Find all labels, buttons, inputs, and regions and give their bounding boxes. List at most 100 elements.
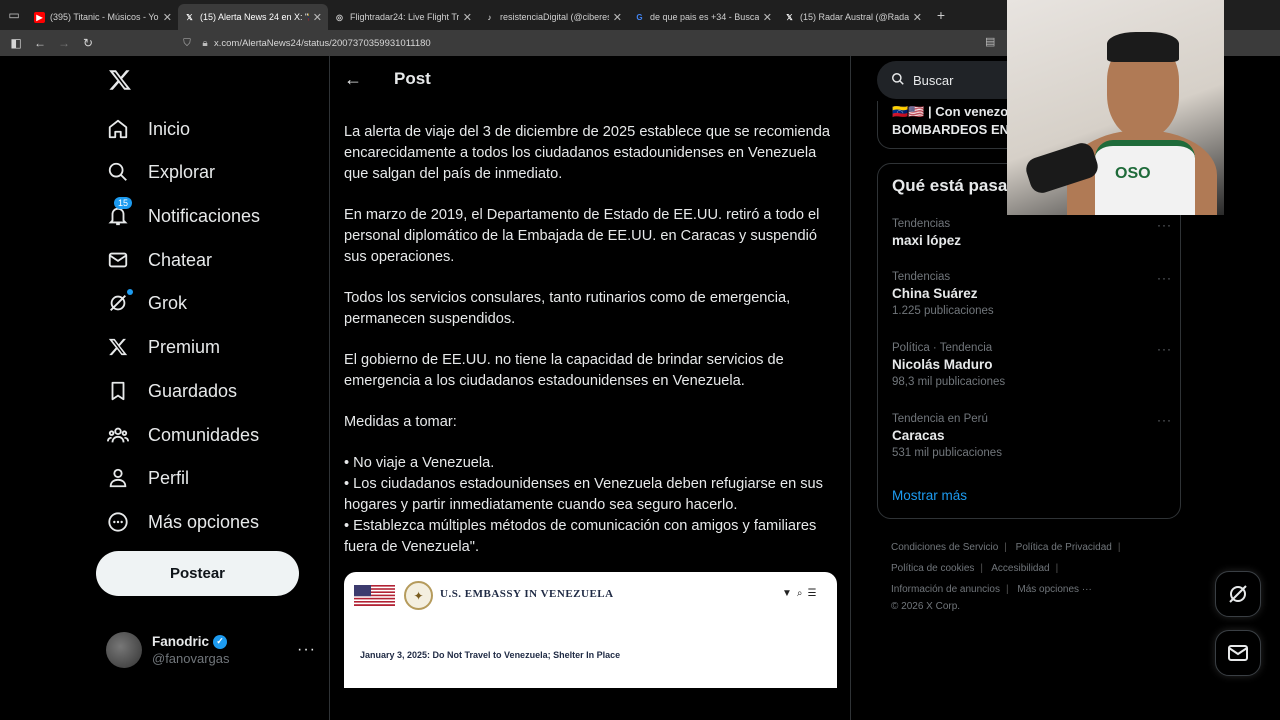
trend-name: Nicolás Maduro bbox=[892, 357, 993, 372]
shield-icon[interactable]: ⛉ bbox=[178, 38, 196, 49]
main-column: ← Post La alerta de viaje del 3 de dicie… bbox=[329, 56, 851, 720]
close-tab-icon[interactable]: ✕ bbox=[313, 11, 322, 24]
trends-title: Qué está pasa bbox=[892, 176, 1008, 195]
footer-link-ads[interactable]: Información de anuncios bbox=[891, 584, 1000, 595]
show-more-link[interactable]: Mostrar más bbox=[892, 488, 967, 503]
tab-title: Flightradar24: Live Flight Tracker bbox=[350, 12, 459, 22]
google-icon: G bbox=[636, 12, 643, 22]
trend-item[interactable]: Tendencia en Perú Caracas 531 mil public… bbox=[892, 413, 1172, 459]
footer-link-cookies[interactable]: Política de cookies bbox=[891, 563, 974, 574]
notification-badge: 15 bbox=[114, 197, 133, 209]
embassy-media-card[interactable]: ✦ U.S. EMBASSY IN VENEZUELA ▼ ⌕ ☰ Januar… bbox=[344, 572, 837, 688]
post-body: La alerta de viaje del 3 de diciembre de… bbox=[344, 122, 838, 558]
url-text[interactable]: x.com/AlertaNews24/status/20073703599310… bbox=[214, 38, 431, 49]
browser-tab[interactable]: ▶ (395) Titanic - Músicos - YouTube ✕ bbox=[28, 4, 178, 30]
trend-item[interactable]: Política · Tendencia Nicolás Maduro 98,3… bbox=[892, 342, 1172, 388]
lock-icon[interactable]: 🔒︎ bbox=[196, 38, 214, 49]
footer-link-accessibility[interactable]: Accesibilidad bbox=[991, 563, 1049, 574]
x-logo-icon[interactable] bbox=[108, 68, 132, 92]
nav-item-premium[interactable]: Premium bbox=[106, 329, 220, 365]
search-icon bbox=[891, 72, 907, 89]
close-tab-icon[interactable]: ✕ bbox=[763, 11, 772, 24]
search-icon[interactable]: ⌕ bbox=[797, 588, 803, 599]
jersey-text: OSO bbox=[1115, 165, 1151, 182]
forward-arrow-icon[interactable]: → bbox=[52, 36, 76, 50]
more-circle-icon bbox=[106, 510, 130, 534]
more-dots-icon[interactable]: ··· bbox=[297, 641, 316, 659]
mail-icon bbox=[1228, 645, 1248, 661]
x-logo-icon bbox=[106, 335, 130, 359]
trend-name: China Suárez bbox=[892, 286, 978, 301]
x-icon: 𝕏 bbox=[786, 12, 793, 22]
close-tab-icon[interactable]: ✕ bbox=[163, 11, 172, 24]
browser-tab[interactable]: G de que pais es +34 - Buscar con Google… bbox=[628, 4, 778, 30]
post-button[interactable]: Postear bbox=[96, 551, 299, 596]
search-icon bbox=[106, 160, 130, 184]
browser-tab[interactable]: ◎ Flightradar24: Live Flight Tracker ✕ bbox=[328, 4, 478, 30]
nav-label: Inicio bbox=[148, 118, 191, 139]
us-flag-icon bbox=[354, 585, 395, 606]
close-tab-icon[interactable]: ✕ bbox=[613, 11, 622, 24]
grok-floating-button[interactable] bbox=[1215, 571, 1261, 617]
post-paragraph: El gobierno de EE.UU. no tiene la capaci… bbox=[344, 352, 784, 389]
bell-icon: 15 bbox=[106, 197, 133, 228]
nav-item-mas-opciones[interactable]: Más opciones bbox=[106, 504, 259, 540]
nav-label: Guardados bbox=[148, 380, 238, 401]
menu-icon[interactable]: ☰ bbox=[808, 588, 817, 599]
more-dots-icon[interactable]: ··· bbox=[1157, 271, 1172, 285]
trend-item[interactable]: Tendencias maxi lópez ··· bbox=[892, 218, 1172, 248]
back-arrow-icon[interactable]: ← bbox=[28, 36, 52, 50]
tab-list-icon[interactable]: ▭ bbox=[0, 0, 28, 30]
embassy-headline: January 3, 2025: Do Not Travel to Venezu… bbox=[360, 650, 621, 660]
trend-count: 531 mil publicaciones bbox=[892, 447, 1002, 459]
tab-title: (15) Alerta News 24 en X: "🇻🇪🇺🇸 bbox=[200, 11, 309, 22]
nav-label: Perfil bbox=[148, 467, 190, 488]
post-bullet: • Los ciudadanos estadounidenses en Vene… bbox=[344, 476, 823, 513]
footer-link-more[interactable]: Más opciones ··· bbox=[1017, 584, 1091, 595]
post-bullet: • No viaje a Venezuela. bbox=[344, 455, 495, 471]
address-bar[interactable]: ⛉ 🔒︎ x.com/AlertaNews24/status/200737035… bbox=[178, 33, 1008, 53]
footer-link-terms[interactable]: Condiciones de Servicio bbox=[891, 542, 998, 553]
browser-tab[interactable]: ♪ resistenciaDigital (@ciberesistencia) … bbox=[478, 4, 628, 30]
left-navigation: Inicio Explorar 15 Notificaciones Chatea… bbox=[96, 56, 330, 720]
trend-count: 1.225 publicaciones bbox=[892, 305, 994, 317]
sidebar-toggle-icon[interactable]: ◧ bbox=[4, 36, 28, 50]
trend-category: Tendencias bbox=[892, 271, 951, 283]
user-info: Fanodric ✓ @fanovargas bbox=[152, 634, 297, 666]
account-switcher[interactable]: Fanodric ✓ @fanovargas ··· bbox=[106, 630, 316, 670]
nav-label: Premium bbox=[148, 336, 221, 357]
tiktok-icon: ♪ bbox=[487, 12, 492, 22]
browser-tab[interactable]: 𝕏 (15) Radar Austral (@RadarAustral) ✕ bbox=[778, 4, 928, 30]
messages-floating-button[interactable] bbox=[1215, 630, 1261, 676]
browser-tab-active[interactable]: 𝕏 (15) Alerta News 24 en X: "🇻🇪🇺🇸 ✕ bbox=[178, 4, 328, 30]
trend-name: maxi lópez bbox=[892, 233, 962, 248]
more-dots-icon[interactable]: ··· bbox=[1157, 218, 1172, 232]
trend-item[interactable]: Tendencias China Suárez 1.225 publicacio… bbox=[892, 271, 1172, 317]
more-dots-icon[interactable]: ··· bbox=[1157, 342, 1172, 356]
nav-item-explorar[interactable]: Explorar bbox=[106, 154, 215, 190]
dropdown-icon[interactable]: ▼ bbox=[782, 588, 792, 599]
reader-mode-icon[interactable]: ▤ bbox=[985, 35, 995, 48]
status-dot bbox=[127, 289, 133, 295]
footer-link-privacy[interactable]: Política de Privacidad bbox=[1016, 542, 1112, 553]
nav-item-inicio[interactable]: Inicio bbox=[106, 111, 190, 147]
reload-icon[interactable]: ↻ bbox=[76, 36, 100, 50]
person-icon bbox=[106, 466, 130, 490]
more-dots-icon[interactable]: ··· bbox=[1157, 413, 1172, 427]
nav-item-perfil[interactable]: Perfil bbox=[106, 460, 189, 496]
new-tab-icon[interactable]: + bbox=[928, 7, 954, 23]
nav-label: Más opciones bbox=[148, 511, 260, 532]
nav-item-grok[interactable]: Grok bbox=[106, 285, 187, 321]
post-paragraph: En marzo de 2019, el Departamento de Est… bbox=[344, 207, 820, 265]
nav-item-guardados[interactable]: Guardados bbox=[106, 373, 237, 409]
close-tab-icon[interactable]: ✕ bbox=[463, 11, 472, 24]
nav-item-notificaciones[interactable]: 15 Notificaciones bbox=[106, 197, 260, 234]
post-bullet: • Establezca múltiples métodos de comuni… bbox=[344, 518, 817, 555]
post-paragraph: La alerta de viaje del 3 de diciembre de… bbox=[344, 124, 830, 182]
nav-item-chatear[interactable]: Chatear bbox=[106, 242, 212, 278]
nav-item-comunidades[interactable]: Comunidades bbox=[106, 417, 259, 453]
back-arrow-icon[interactable]: ← bbox=[344, 69, 364, 90]
close-tab-icon[interactable]: ✕ bbox=[913, 11, 922, 24]
post-paragraph: Todos los servicios consulares, tanto ru… bbox=[344, 290, 791, 327]
webcam-overlay: OSO bbox=[1007, 0, 1224, 215]
